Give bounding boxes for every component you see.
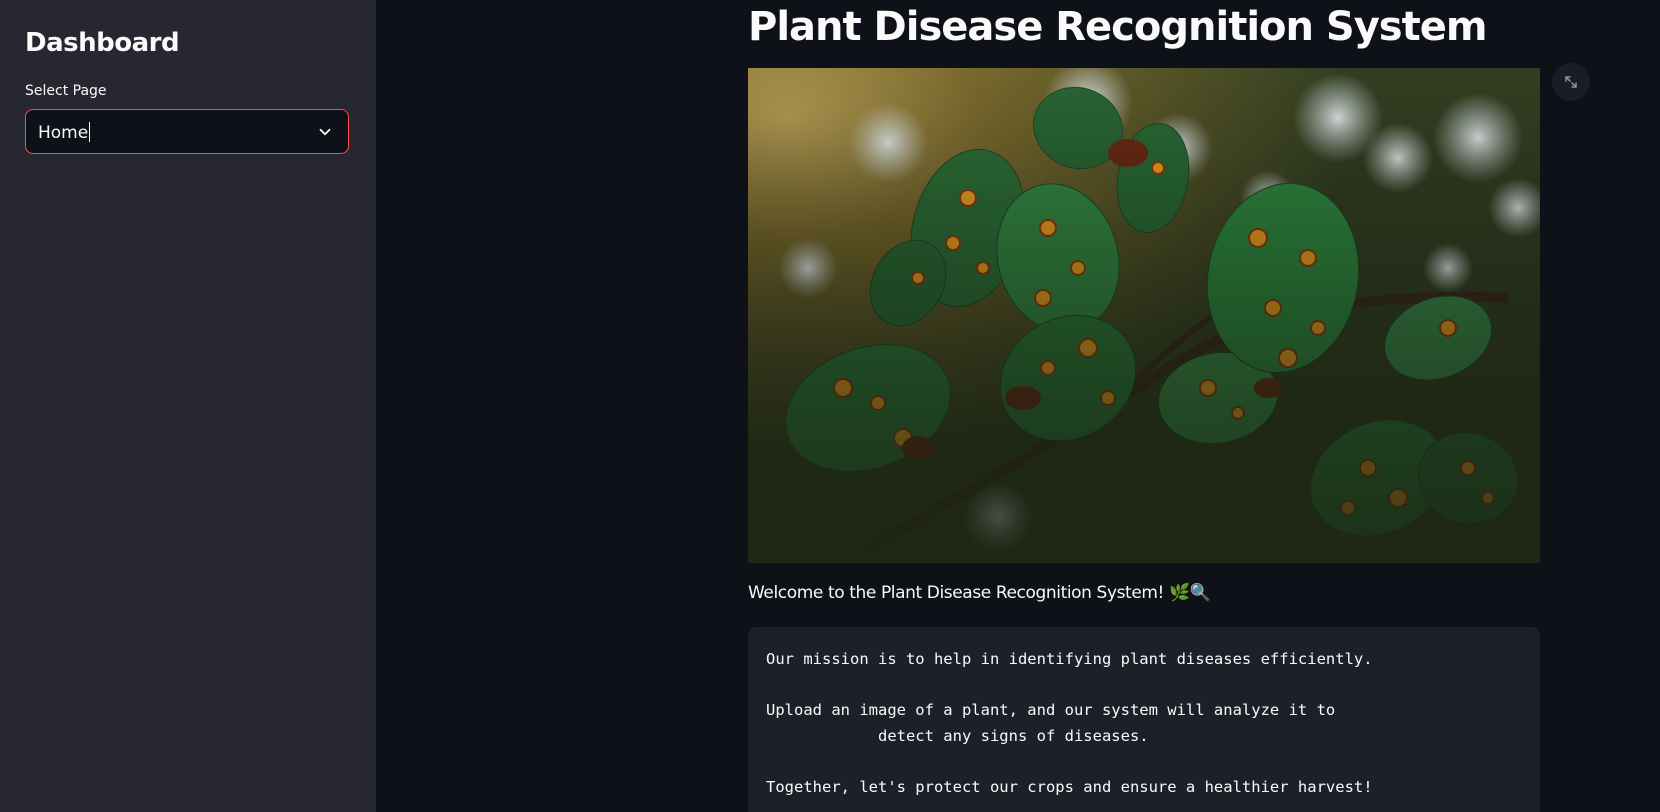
page-select-value-text: Home [38, 123, 89, 143]
page-title: Plant Disease Recognition System [748, 4, 1488, 50]
expand-icon [1565, 76, 1577, 88]
page-select[interactable]: Home [25, 109, 349, 154]
sidebar-title: Dashboard [25, 28, 180, 58]
text-cursor [89, 122, 91, 142]
select-page-label: Select Page [25, 83, 107, 99]
sidebar: Dashboard Select Page Home [0, 0, 376, 812]
welcome-text: Welcome to the Plant Disease Recognition… [748, 583, 1211, 603]
plant-disease-image [748, 68, 1540, 563]
page-select-value[interactable]: Home [38, 122, 91, 143]
mission-code-block: Our mission is to help in identifying pl… [748, 627, 1540, 812]
fullscreen-button[interactable] [1552, 63, 1590, 101]
leaf-rust-illustration [748, 68, 1540, 563]
chevron-down-icon[interactable] [316, 123, 334, 141]
